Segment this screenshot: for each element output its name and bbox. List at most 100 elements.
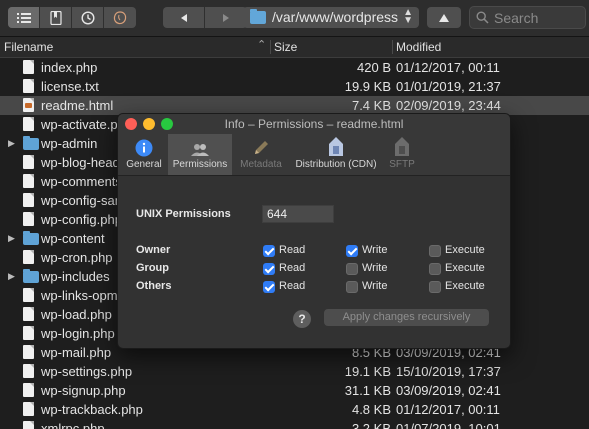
file-icon <box>23 383 34 397</box>
folder-icon <box>250 9 266 24</box>
sftp-icon <box>395 137 409 156</box>
file-icon <box>23 250 34 264</box>
modified-date: 15/10/2019, 17:37 <box>396 364 501 379</box>
file-icon <box>23 117 34 131</box>
file-icon <box>23 155 34 169</box>
history-icon[interactable] <box>72 7 104 28</box>
apply-recursively-button[interactable]: Apply changes recursively <box>324 309 489 326</box>
modified-date: 01/12/2017, 00:11 <box>396 402 500 417</box>
group-execute-checkbox[interactable] <box>429 263 441 275</box>
tab-metadata[interactable]: Metadata <box>234 134 288 175</box>
file-icon <box>23 421 34 429</box>
path-selector[interactable]: /var/www/wordpress ▲ ▼ <box>243 7 419 28</box>
others-read-checkbox[interactable] <box>263 281 275 293</box>
execute-label: Execute <box>445 244 485 256</box>
tab-sftp[interactable]: SFTP <box>384 134 420 175</box>
read-label: Read <box>279 244 306 256</box>
file-row[interactable]: xmlrpc.php 3.2 KB 01/07/2019, 10:01 <box>0 419 589 429</box>
filename: wp-load.php <box>41 307 112 322</box>
bonjour-icon[interactable] <box>104 7 136 28</box>
up-arrow-icon <box>439 13 449 22</box>
column-modified[interactable]: Modified <box>396 40 441 54</box>
filename: wp-content <box>41 231 105 246</box>
group-label: Group <box>136 262 169 274</box>
list-view-icon[interactable] <box>8 7 40 28</box>
disclosure-triangle-icon[interactable]: ▶ <box>8 229 15 248</box>
filename: wp-settings.php <box>41 364 133 379</box>
folder-icon <box>23 136 39 150</box>
file-icon <box>23 79 34 93</box>
close-button[interactable] <box>125 118 137 130</box>
owner-write-checkbox[interactable] <box>346 245 358 257</box>
file-icon <box>23 402 34 416</box>
bookmarks-icon[interactable] <box>40 7 72 28</box>
folder-icon <box>23 231 39 245</box>
back-icon[interactable] <box>163 7 205 28</box>
permissions-panel: UNIX Permissions 644 Owner Group Others … <box>118 176 510 348</box>
file-icon <box>23 60 34 74</box>
group-write-checkbox[interactable] <box>346 263 358 275</box>
zoom-button[interactable] <box>161 118 173 130</box>
filename: wp-mail.php <box>41 345 112 360</box>
modified-date: 01/01/2019, 21:37 <box>396 79 501 94</box>
owner-read-checkbox[interactable] <box>263 245 275 257</box>
file-size: 420 B <box>357 60 391 75</box>
file-row[interactable]: license.txt 19.9 KB 01/01/2019, 21:37 <box>0 77 589 96</box>
file-icon <box>23 307 34 321</box>
unix-permissions-field[interactable]: 644 <box>262 205 334 223</box>
current-path: /var/www/wordpress <box>272 9 399 25</box>
file-size: 4.8 KB <box>351 402 391 417</box>
file-row[interactable]: wp-settings.php 19.1 KB 15/10/2019, 17:37 <box>0 362 589 381</box>
filename: wp-trackback.php <box>41 402 143 417</box>
toolbar: /var/www/wordpress ▲ ▼ <box>0 0 589 37</box>
file-size: 3.2 KB <box>351 421 391 429</box>
filename: wp-login.php <box>41 326 115 341</box>
info-dialog: Info – Permissions – readme.html General… <box>117 113 511 349</box>
disclosure-triangle-icon[interactable]: ▶ <box>8 267 15 286</box>
minimize-button[interactable] <box>143 118 155 130</box>
navigation-buttons <box>163 7 247 28</box>
others-write-checkbox[interactable] <box>346 281 358 293</box>
file-icon <box>23 193 34 207</box>
filename: wp-admin <box>41 136 98 151</box>
file-icon <box>23 326 34 340</box>
modified-date: 01/07/2019, 10:01 <box>396 421 501 429</box>
filename: wp-signup.php <box>41 383 126 398</box>
pencil-icon <box>255 141 268 154</box>
tab-distribution-cdn[interactable]: Distribution (CDN) <box>288 134 384 175</box>
column-size[interactable]: Size <box>274 40 297 54</box>
cdn-icon <box>329 137 343 156</box>
read-label: Read <box>279 262 306 274</box>
filename: license.txt <box>41 79 99 94</box>
others-execute-checkbox[interactable] <box>429 281 441 293</box>
modified-date: 01/12/2017, 00:11 <box>396 60 500 75</box>
file-size: 19.1 KB <box>344 364 391 379</box>
people-icon <box>191 144 209 156</box>
filename: wp-cron.php <box>41 250 113 265</box>
file-row[interactable]: wp-trackback.php 4.8 KB 01/12/2017, 00:11 <box>0 400 589 419</box>
html-file-icon <box>23 98 34 112</box>
search-input[interactable] <box>494 8 582 27</box>
file-size: 19.9 KB <box>344 79 391 94</box>
file-icon <box>23 364 34 378</box>
tab-general[interactable]: General <box>122 134 166 175</box>
file-icon <box>23 288 34 302</box>
tab-permissions[interactable]: Permissions <box>168 134 232 175</box>
owner-execute-checkbox[interactable] <box>429 245 441 257</box>
group-read-checkbox[interactable] <box>263 263 275 275</box>
owner-label: Owner <box>136 244 171 256</box>
parent-folder-button[interactable] <box>427 7 461 28</box>
view-switcher <box>8 7 136 28</box>
filename: wp-config.php <box>41 212 122 227</box>
search-field[interactable] <box>469 6 586 29</box>
file-row[interactable]: wp-signup.php 31.1 KB 03/09/2019, 02:41 <box>0 381 589 400</box>
disclosure-triangle-icon[interactable]: ▶ <box>8 134 15 153</box>
forward-icon[interactable] <box>205 7 247 28</box>
file-icon <box>23 174 34 188</box>
unix-permissions-label: UNIX Permissions <box>136 208 231 220</box>
filename: readme.html <box>41 98 114 113</box>
help-button[interactable]: ? <box>293 310 311 328</box>
file-row[interactable]: index.php 420 B 01/12/2017, 00:11 <box>0 58 589 77</box>
others-label: Others <box>136 280 172 292</box>
column-filename[interactable]: Filename <box>4 40 53 54</box>
